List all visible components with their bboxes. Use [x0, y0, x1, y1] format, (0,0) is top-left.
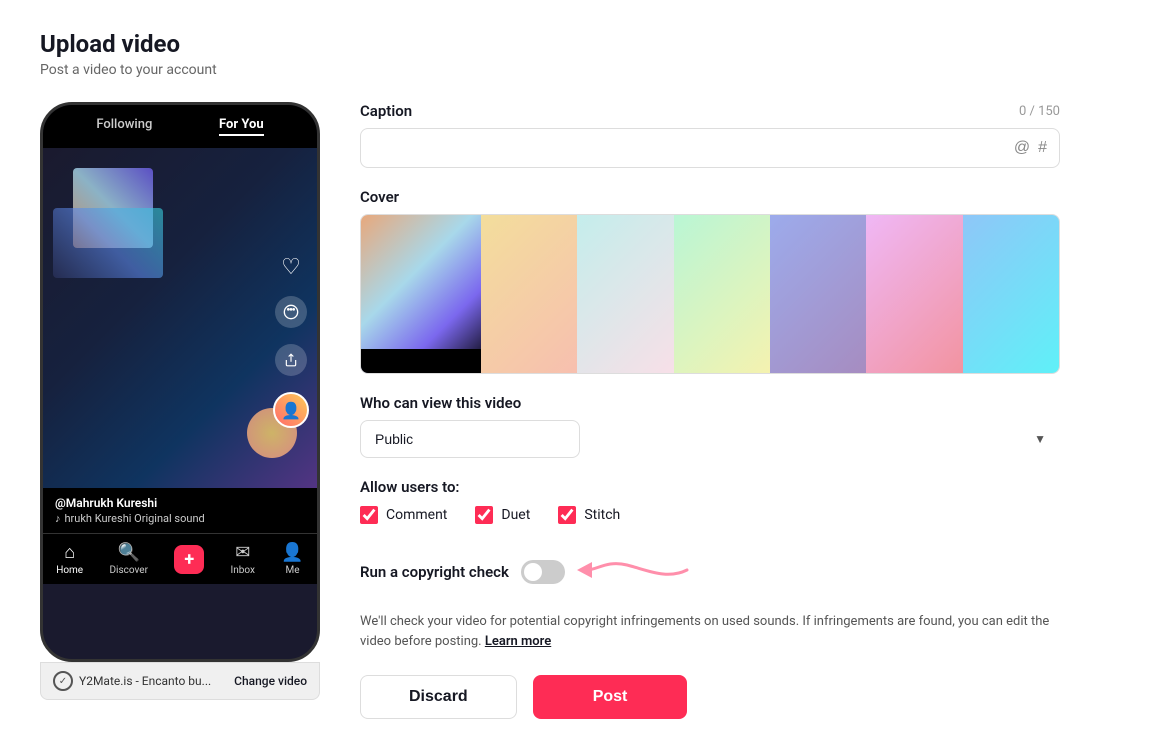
learn-more-link[interactable]: Learn more	[485, 634, 551, 649]
checkbox-comment-label: Comment	[386, 507, 447, 523]
cover-thumb-3[interactable]	[674, 215, 770, 373]
hash-button[interactable]: #	[1038, 139, 1047, 157]
caption-label: Caption	[360, 102, 412, 120]
page-subtitle: Post a video to your account	[40, 62, 1111, 78]
caption-input[interactable]	[373, 140, 1014, 156]
cover-thumb-1[interactable]	[481, 215, 577, 373]
nav-discover-label: Discover	[109, 565, 148, 576]
cover-strip[interactable]	[360, 214, 1060, 374]
checkbox-stitch[interactable]	[558, 506, 576, 524]
who-can-view-label: Who can view this video	[360, 394, 1060, 412]
cover-label: Cover	[360, 188, 1060, 206]
nav-home[interactable]: ⌂ Home	[56, 542, 83, 576]
phone-video-area: ♡ 👤	[43, 148, 317, 488]
nav-inbox-label: Inbox	[231, 565, 255, 576]
view-dropdown-wrap: Public Friends Private ▼	[360, 420, 1060, 458]
caption-label-row: Caption 0 / 150	[360, 102, 1060, 120]
cover-thumb-6[interactable]	[963, 215, 1059, 373]
change-video-button[interactable]: Change video	[234, 674, 307, 688]
tab-following[interactable]: Following	[96, 117, 152, 136]
checkbox-comment[interactable]	[360, 506, 378, 524]
video-filename: Y2Mate.is - Encanto bu...	[79, 674, 211, 688]
tab-for-you[interactable]: For You	[219, 117, 264, 136]
caption-input-wrap: @ #	[360, 128, 1060, 168]
inbox-icon: ✉	[235, 542, 250, 563]
checkbox-duet-label: Duet	[501, 507, 530, 523]
copyright-row: Run a copyright check	[360, 540, 1060, 604]
page-title: Upload video	[40, 30, 1111, 58]
home-icon: ⌂	[64, 542, 75, 563]
nav-home-label: Home	[56, 565, 83, 576]
allow-users-label: Allow users to:	[360, 478, 1060, 496]
nav-me[interactable]: 👤 Me	[281, 542, 303, 576]
copyright-desc: We'll check your video for potential cop…	[360, 612, 1060, 651]
action-buttons: Discard Post	[360, 675, 1060, 719]
char-count: 0 / 150	[1019, 104, 1060, 119]
nav-me-label: Me	[286, 565, 300, 576]
discard-button[interactable]: Discard	[360, 675, 517, 719]
avatar-icon: 👤	[273, 392, 309, 428]
comment-icon[interactable]	[275, 296, 307, 328]
checkbox-duet-item: Duet	[475, 506, 530, 524]
at-button[interactable]: @	[1014, 139, 1030, 157]
dropdown-arrow-icon: ▼	[1034, 432, 1046, 446]
view-dropdown[interactable]: Public Friends Private	[360, 420, 580, 458]
arrow-svg	[577, 540, 697, 600]
post-button[interactable]: Post	[533, 675, 688, 719]
phone-nav: ⌂ Home 🔍 Discover + ✉ Inbox 👤 Me	[43, 533, 317, 584]
phone-mockup: Following For You ♡	[40, 102, 320, 662]
right-panel: Caption 0 / 150 @ # Cover	[360, 102, 1060, 719]
bottom-video-bar: ✓ Y2Mate.is - Encanto bu... Change video	[40, 662, 320, 700]
checkbox-stitch-item: Stitch	[558, 506, 620, 524]
cover-thumb-4[interactable]	[770, 215, 866, 373]
copyright-label: Run a copyright check	[360, 563, 509, 581]
copyright-toggle[interactable]	[521, 560, 565, 584]
checkboxes-row: Comment Duet Stitch	[360, 506, 1060, 524]
toggle-slider	[521, 560, 565, 584]
phone-bottom-info: @Mahrukh Kureshi ♪ hrukh Kureshi Origina…	[43, 488, 317, 533]
arrow-annotation	[577, 540, 697, 604]
sound-text: hrukh Kureshi Original sound	[65, 512, 205, 525]
copyright-section: Run a copyright check	[360, 540, 1060, 651]
checkbox-stitch-label: Stitch	[584, 507, 620, 523]
video-bar-left: ✓ Y2Mate.is - Encanto bu...	[53, 671, 211, 691]
plus-icon[interactable]: +	[174, 545, 204, 574]
phone-mockup-container: Following For You ♡	[40, 102, 320, 700]
checkbox-duet[interactable]	[475, 506, 493, 524]
cover-selected-bar	[361, 349, 481, 373]
nav-discover[interactable]: 🔍 Discover	[109, 542, 148, 576]
cover-thumb-2[interactable]	[577, 215, 673, 373]
allow-users-section: Allow users to: Comment Duet Stitch	[360, 478, 1060, 524]
phone-sound-info: ♪ hrukh Kureshi Original sound	[55, 512, 305, 525]
cover-thumbnails[interactable]	[481, 215, 1059, 373]
copyright-desc-text: We'll check your video for potential cop…	[360, 614, 1049, 649]
heart-icon[interactable]: ♡	[281, 255, 301, 280]
video-check-icon: ✓	[53, 671, 73, 691]
caption-icons: @ #	[1014, 139, 1047, 157]
nav-create[interactable]: +	[174, 545, 204, 574]
cover-thumb-5[interactable]	[866, 215, 962, 373]
phone-top-bar: Following For You	[43, 105, 317, 148]
share-icon[interactable]	[275, 344, 307, 376]
cover-selected[interactable]	[361, 215, 481, 373]
side-icons: ♡ 👤	[273, 255, 309, 428]
phone-username: @Mahrukh Kureshi	[55, 496, 305, 510]
nav-inbox[interactable]: ✉ Inbox	[231, 542, 255, 576]
me-icon: 👤	[281, 542, 303, 563]
checkbox-comment-item: Comment	[360, 506, 447, 524]
music-icon: ♪	[55, 512, 61, 525]
discover-icon: 🔍	[118, 542, 140, 563]
